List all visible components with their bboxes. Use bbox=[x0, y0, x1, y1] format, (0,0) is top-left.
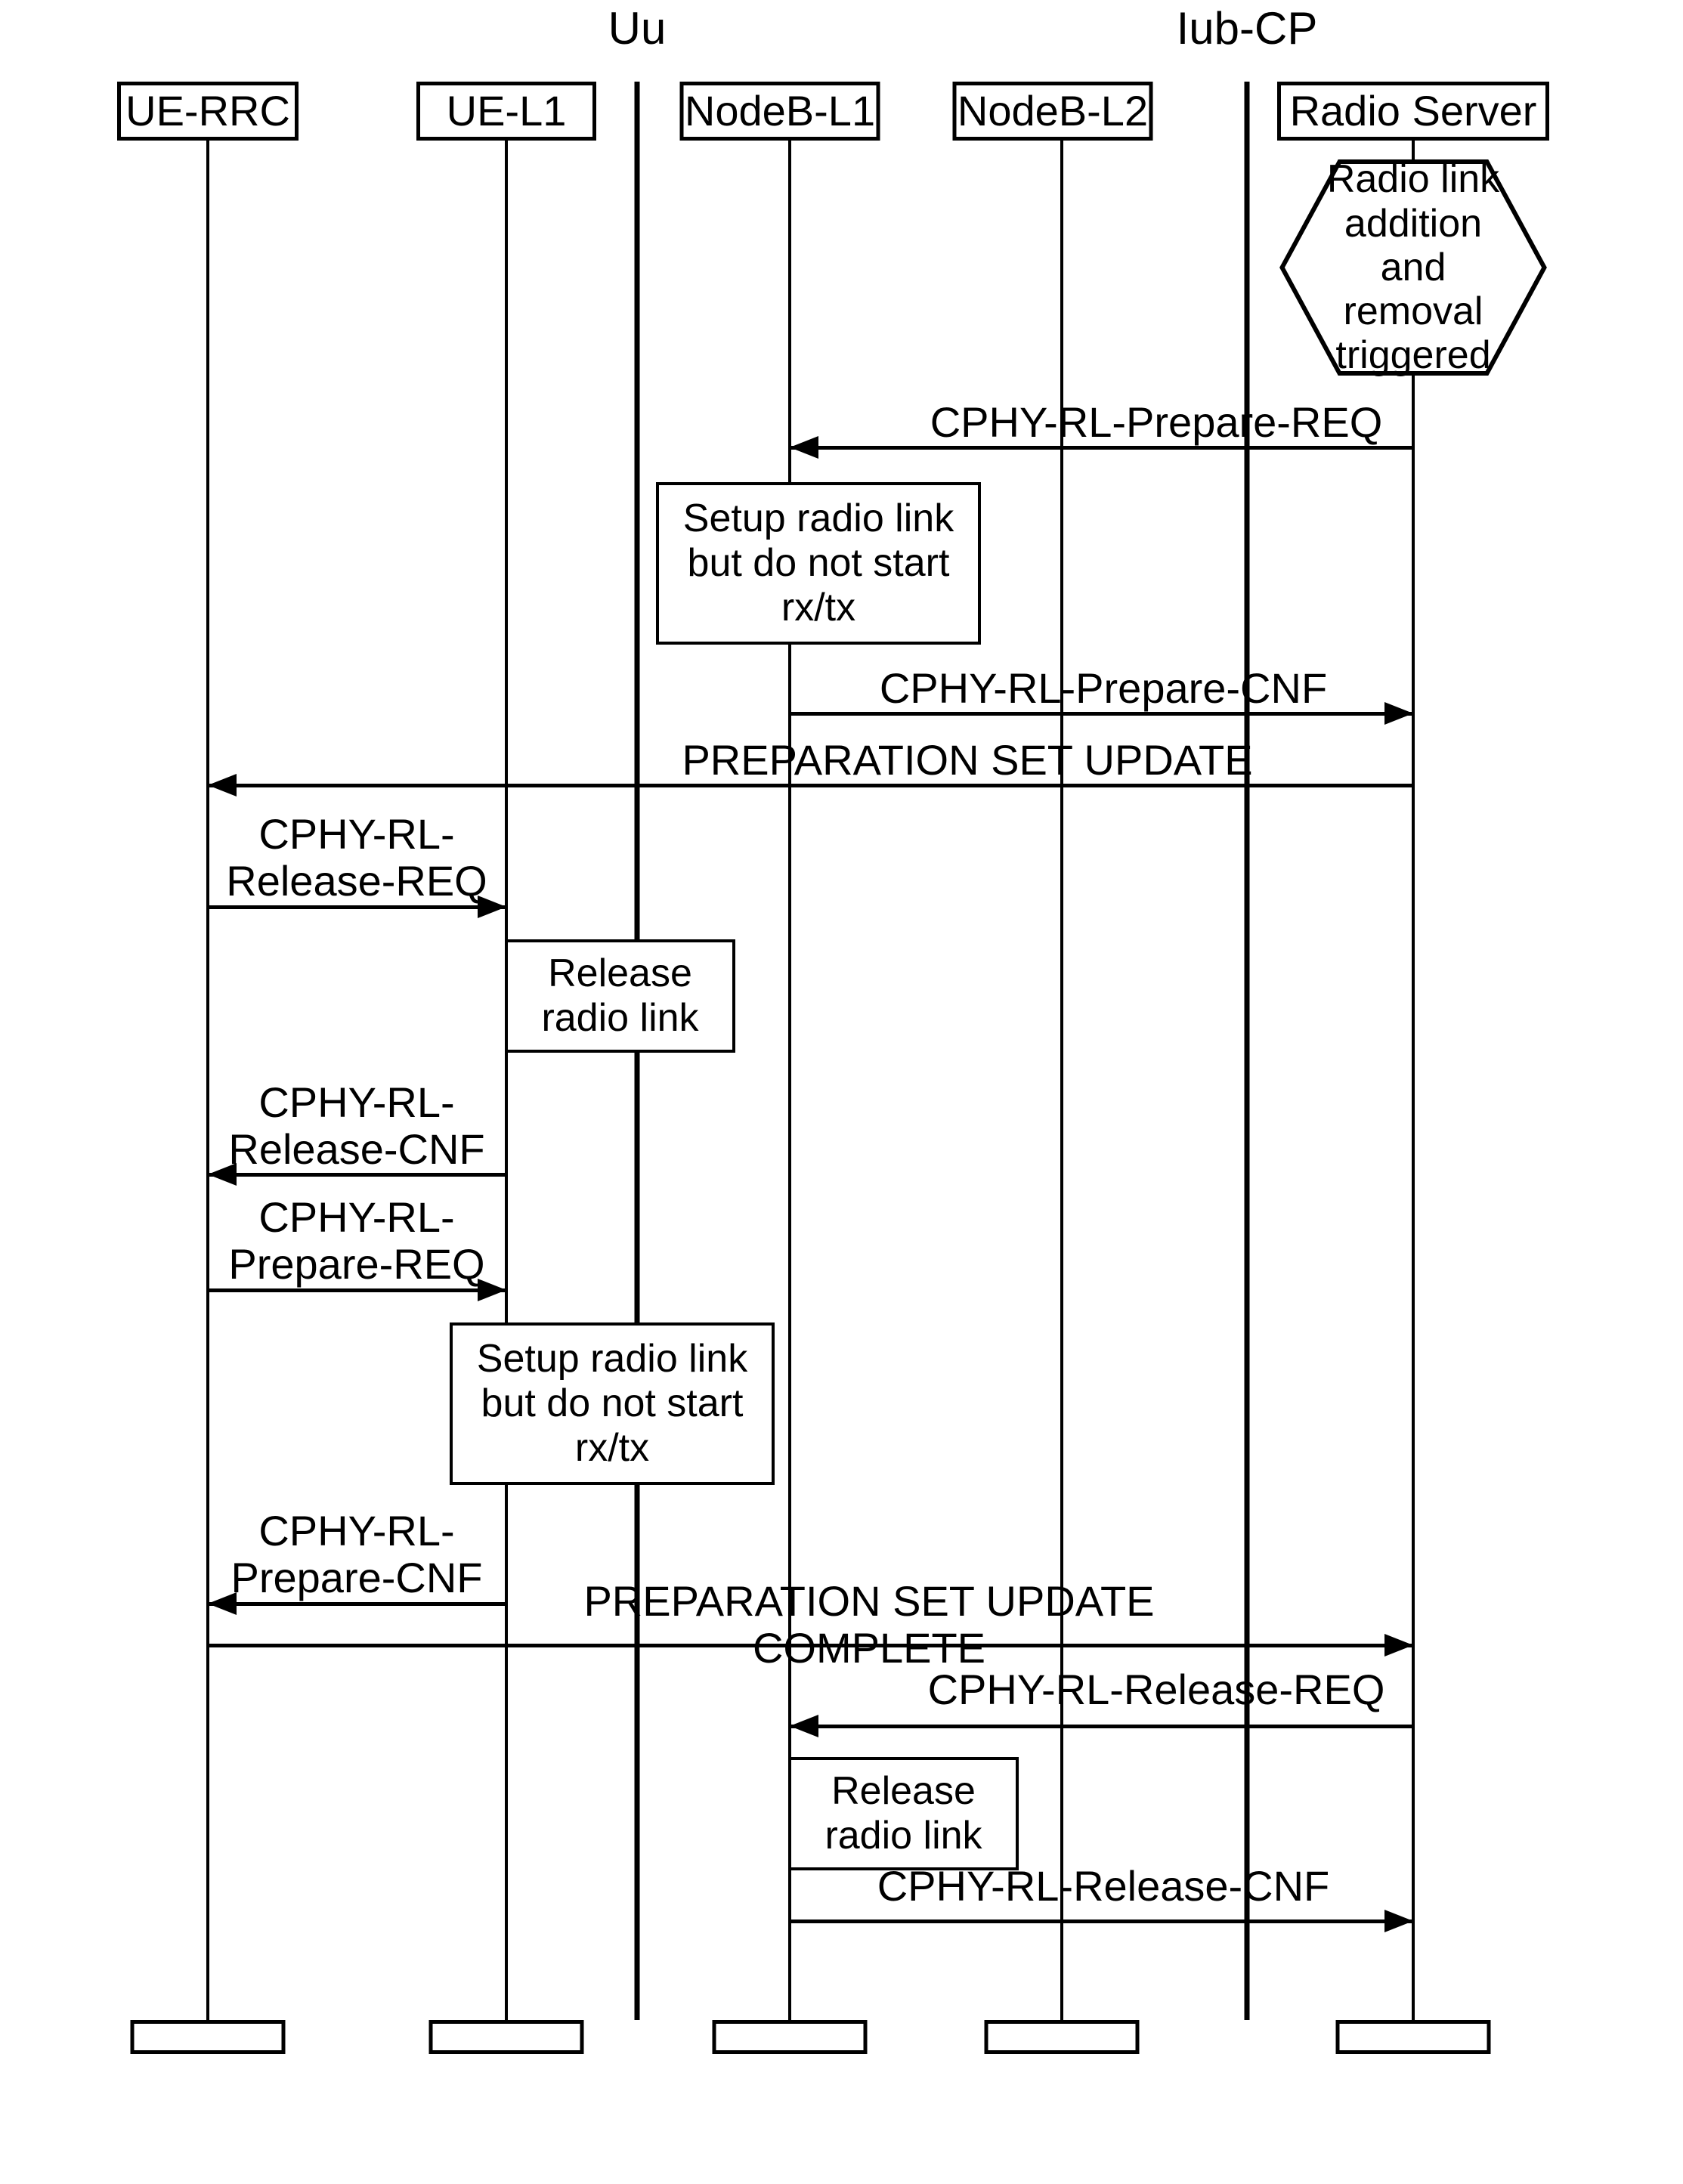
terminator-ue-rrc bbox=[130, 2020, 286, 2054]
actor-radio-server[interactable]: Radio Server bbox=[1277, 82, 1549, 141]
interface-label-uu: Uu bbox=[608, 3, 667, 54]
actor-ue-l1-label: UE-L1 bbox=[446, 87, 567, 135]
terminator-nodeb-l2 bbox=[984, 2020, 1140, 2054]
note-setup-radio-link-nodeb-label: Setup radio link but do not start rx/tx bbox=[682, 496, 954, 630]
message-label-cphy-rl-prepare-cnf-l1-rrc: CPHY-RL- Prepare-CNF bbox=[230, 1507, 483, 1601]
lifeline-ue-l1 bbox=[505, 141, 508, 2020]
interface-separator-iub-cp bbox=[1244, 82, 1250, 2020]
note-release-radio-link-nodeb-label: Release radio link bbox=[824, 1768, 982, 1858]
actor-nodeb-l1-label: NodeB-L1 bbox=[684, 87, 876, 135]
sequence-diagram: Uu Iub-CP UE-RRC UE-L1 NodeB-L1 NodeB-L2… bbox=[0, 0, 1683, 2184]
note-release-radio-link-uel1: Release radio link bbox=[505, 939, 735, 1053]
interface-label-iub-cp: Iub-CP bbox=[1176, 3, 1318, 54]
message-label-cphy-rl-release-req-rrc-l1: CPHY-RL- Release-REQ bbox=[226, 810, 487, 905]
trigger-hexagon: Radio link addition and removal triggere… bbox=[1279, 157, 1548, 378]
note-release-radio-link-nodeb: Release radio link bbox=[788, 1757, 1019, 1870]
trigger-hexagon-label: Radio link addition and removal triggere… bbox=[1326, 157, 1500, 378]
note-setup-radio-link-uel1-label: Setup radio link but do not start rx/tx bbox=[476, 1336, 748, 1471]
message-label-preparation-set-update-complete: PREPARATION SET UPDATE COMPLETE bbox=[583, 1577, 1155, 1672]
terminator-nodeb-l1 bbox=[712, 2020, 868, 2054]
terminator-radio-server bbox=[1335, 2020, 1491, 2054]
lifeline-radio-server bbox=[1412, 141, 1415, 2020]
message-label-preparation-set-update: PREPARATION SET UPDATE bbox=[682, 736, 1253, 784]
message-label-cphy-rl-release-cnf-nodeb-rs: CPHY-RL-Release-CNF bbox=[877, 1862, 1330, 1910]
actor-nodeb-l1[interactable]: NodeB-L1 bbox=[679, 82, 880, 141]
note-setup-radio-link-nodeb: Setup radio link but do not start rx/tx bbox=[656, 482, 981, 645]
message-label-cphy-rl-prepare-cnf-nodeb-rs: CPHY-RL-Prepare-CNF bbox=[879, 664, 1328, 712]
note-release-radio-link-uel1-label: Release radio link bbox=[541, 951, 699, 1040]
message-label-cphy-rl-release-cnf-l1-rrc: CPHY-RL- Release-CNF bbox=[228, 1078, 485, 1173]
message-label-cphy-rl-release-req-rs-nodeb: CPHY-RL-Release-REQ bbox=[927, 1666, 1385, 1713]
lifeline-ue-rrc bbox=[206, 141, 209, 2020]
message-label-cphy-rl-prepare-req-rs-nodeb: CPHY-RL-Prepare-REQ bbox=[930, 398, 1383, 446]
terminator-ue-l1 bbox=[428, 2020, 584, 2054]
actor-nodeb-l2-label: NodeB-L2 bbox=[957, 87, 1149, 135]
actor-ue-rrc[interactable]: UE-RRC bbox=[117, 82, 299, 141]
actor-ue-rrc-label: UE-RRC bbox=[125, 87, 290, 135]
actor-nodeb-l2[interactable]: NodeB-L2 bbox=[952, 82, 1153, 141]
actor-ue-l1[interactable]: UE-L1 bbox=[416, 82, 596, 141]
message-label-cphy-rl-prepare-req-rrc-l1: CPHY-RL- Prepare-REQ bbox=[228, 1193, 485, 1288]
note-setup-radio-link-uel1: Setup radio link but do not start rx/tx bbox=[450, 1322, 775, 1485]
actor-radio-server-label: Radio Server bbox=[1289, 87, 1537, 135]
lifeline-nodeb-l1 bbox=[788, 141, 791, 2020]
